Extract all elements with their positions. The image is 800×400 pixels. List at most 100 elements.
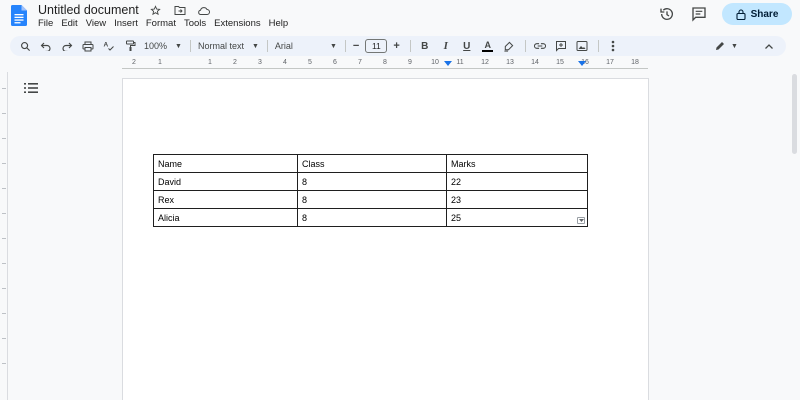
font-value: Arial (274, 41, 293, 51)
ruler-number: 11 (456, 59, 464, 66)
toolbar-divider (524, 40, 526, 52)
ruler-number: 12 (481, 59, 489, 66)
table-cell[interactable]: 8 (297, 208, 447, 227)
ruler-tick (2, 363, 6, 364)
horizontal-ruler[interactable]: 2 1 1 2 3 4 5 6 7 8 9 10 11 12 13 14 15 … (122, 59, 648, 71)
bold-button[interactable]: B (418, 39, 432, 53)
table-cell[interactable]: 8 (297, 190, 447, 209)
paragraph-style-select[interactable]: Normal text ▼ (198, 41, 259, 51)
table-cell[interactable]: 8 (297, 172, 447, 191)
collapse-menus-icon[interactable] (762, 39, 776, 53)
table-cell[interactable]: 23 (446, 190, 588, 209)
ruler-tick (2, 338, 6, 339)
italic-button[interactable]: I (439, 39, 453, 53)
spell-check-icon[interactable]: A (102, 39, 116, 53)
star-icon[interactable] (149, 4, 163, 18)
move-folder-icon[interactable] (173, 4, 187, 18)
table-cell[interactable]: Class (297, 154, 447, 173)
document-outline-icon[interactable] (24, 82, 38, 94)
document-table[interactable]: Name Class Marks David 8 22 Rex 8 23 Ali… (153, 154, 588, 227)
menu-help[interactable]: Help (265, 18, 293, 30)
search-menus-icon[interactable] (18, 39, 32, 53)
toolbar-divider (344, 40, 346, 52)
ruler-number: 4 (283, 59, 287, 66)
ruler-number: 9 (408, 59, 412, 66)
menu-format[interactable]: Format (142, 18, 180, 30)
redo-icon[interactable] (60, 39, 74, 53)
chevron-down-icon: ▼ (175, 42, 182, 50)
zoom-value: 100% (144, 41, 168, 51)
add-comment-icon[interactable] (554, 39, 568, 53)
ruler-number: 18 (631, 59, 639, 66)
menu-edit[interactable]: Edit (57, 18, 81, 30)
font-size-input[interactable]: 11 (365, 39, 388, 53)
paint-format-icon[interactable] (123, 39, 137, 53)
indent-marker[interactable] (444, 61, 452, 66)
menu-extensions[interactable]: Extensions (210, 18, 264, 30)
ruler-number: 1 (158, 59, 162, 66)
table-row: Alicia 8 25 (153, 208, 588, 227)
ruler-number: 3 (258, 59, 262, 66)
ruler-tick (2, 188, 6, 189)
increase-font-size-button[interactable]: + (393, 40, 399, 52)
table-cell[interactable]: Rex (153, 190, 298, 209)
version-history-icon[interactable] (658, 5, 676, 23)
toolbar-divider (266, 40, 268, 52)
document-title[interactable]: Untitled document (38, 3, 139, 18)
text-color-letter: A (484, 39, 492, 50)
ruler-number: 6 (333, 59, 337, 66)
insert-link-icon[interactable] (533, 39, 547, 53)
ruler-tick (2, 163, 6, 164)
ruler-tick (2, 88, 6, 89)
cloud-saved-icon[interactable] (197, 4, 211, 18)
table-cell[interactable]: Alicia (153, 208, 298, 227)
header-actions: Share (658, 3, 792, 25)
highlight-color-icon[interactable] (502, 39, 516, 53)
ruler-number: 14 (531, 59, 539, 66)
vertical-scrollbar[interactable] (792, 74, 797, 154)
table-cell[interactable]: Name (153, 154, 298, 173)
formatting-toolbar: A 100% ▼ Normal text ▼ Arial ▼ − 11 + B … (10, 36, 786, 56)
ruler-number: 1 (208, 59, 212, 66)
ruler-number: 17 (606, 59, 614, 66)
table-cell[interactable]: Marks (446, 154, 588, 173)
title-row: Untitled document (38, 3, 211, 18)
font-select[interactable]: Arial ▼ (275, 41, 337, 51)
table-row: David 8 22 (153, 172, 588, 191)
tab-stop-marker[interactable] (578, 61, 586, 66)
menu-tools[interactable]: Tools (180, 18, 210, 30)
menu-view[interactable]: View (82, 18, 110, 30)
table-row: Rex 8 23 (153, 190, 588, 209)
docs-logo-icon[interactable] (11, 5, 27, 26)
print-icon[interactable] (81, 39, 95, 53)
comments-icon[interactable] (690, 5, 708, 23)
underline-button[interactable]: U (460, 39, 474, 53)
more-options-icon[interactable] (606, 39, 620, 53)
chevron-down-icon: ▼ (731, 42, 738, 50)
table-cell[interactable]: David (153, 172, 298, 191)
undo-icon[interactable] (39, 39, 53, 53)
text-color-swatch (482, 49, 494, 52)
share-button[interactable]: Share (722, 3, 792, 25)
ruler-number: 5 (308, 59, 312, 66)
text-color-button[interactable]: A (481, 39, 495, 53)
table-cell[interactable]: 22 (446, 172, 588, 191)
ruler-number: 15 (556, 59, 564, 66)
toolbar-divider (189, 40, 191, 52)
chevron-down-icon: ▼ (329, 42, 337, 50)
decrease-font-size-button[interactable]: − (353, 40, 359, 52)
menu-insert[interactable]: Insert (110, 18, 142, 30)
ruler-number: 8 (383, 59, 387, 66)
ruler-tick (2, 138, 6, 139)
document-page[interactable]: Name Class Marks David 8 22 Rex 8 23 Ali… (122, 78, 649, 400)
zoom-select[interactable]: 100% ▼ (144, 41, 182, 51)
toolbar-divider (409, 40, 411, 52)
cell-options-icon[interactable] (577, 217, 585, 224)
ruler-baseline (122, 68, 648, 69)
insert-image-icon[interactable] (575, 39, 589, 53)
table-cell-active[interactable]: 25 (446, 208, 588, 227)
ruler-tick (2, 213, 6, 214)
editing-mode-icon[interactable]: ▼ (712, 39, 740, 53)
vertical-ruler[interactable] (0, 72, 8, 400)
menu-file[interactable]: File (38, 18, 57, 30)
